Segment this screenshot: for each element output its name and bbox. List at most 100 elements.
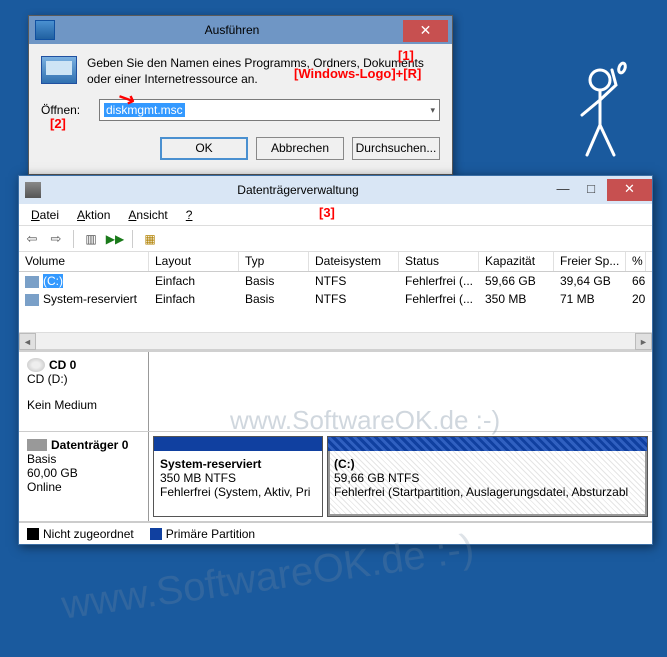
col-layout[interactable]: Layout [149, 252, 239, 271]
volume-icon [25, 294, 39, 306]
run-titlebar: Ausführen ✕ [29, 16, 452, 44]
disk-state: Kein Medium [27, 398, 140, 412]
annotation-1-hint: [Windows-Logo]+[R] [294, 66, 421, 81]
run-body: Geben Sie den Namen eines Programms, Ord… [29, 44, 452, 174]
legend-unallocated: Nicht zugeordnet [27, 527, 134, 541]
col-fs[interactable]: Dateisystem [309, 252, 399, 271]
annotation-1: [1] [398, 48, 414, 63]
thinking-figure-icon [562, 60, 642, 170]
col-volume[interactable]: Volume [19, 252, 149, 271]
volume-icon [25, 276, 39, 288]
cell: 20 [626, 292, 646, 306]
run-ok-button[interactable]: OK [160, 137, 248, 160]
dm-menubar: Datei Aktion Ansicht ? [3] [19, 204, 652, 226]
disk-title: Datenträger 0 [51, 438, 128, 452]
run-open-label: Öffnen: [41, 103, 91, 117]
menu-ansicht[interactable]: Ansicht [120, 206, 175, 224]
dm-close-button[interactable]: ✕ [607, 179, 652, 201]
menu-datei[interactable]: Datei [23, 206, 67, 224]
volume-list-header: Volume Layout Typ Dateisystem Status Kap… [19, 252, 652, 272]
col-typ[interactable]: Typ [239, 252, 309, 271]
cell: Fehlerfrei (... [399, 292, 479, 306]
toolbar-properties-icon[interactable]: ▥ [82, 230, 100, 248]
hdd-icon [27, 439, 47, 451]
dm-app-icon [25, 182, 41, 198]
cell: Basis [239, 274, 309, 288]
menu-help[interactable]: ? [178, 206, 201, 224]
toolbar-help-icon[interactable]: ▦ [141, 230, 159, 248]
disk-info: Datenträger 0 Basis 60,00 GB Online [19, 432, 149, 521]
annotation-2: [2] [50, 116, 66, 131]
volume-name: (C:) [43, 274, 63, 288]
partition-legend: Nicht zugeordnet Primäre Partition [19, 522, 652, 544]
col-frei[interactable]: Freier Sp... [554, 252, 626, 271]
cell: 71 MB [554, 292, 626, 306]
run-dialog: Ausführen ✕ Geben Sie den Namen eines Pr… [28, 15, 453, 175]
volume-row[interactable]: (C:) Einfach Basis NTFS Fehlerfrei (... … [19, 272, 652, 290]
dm-toolbar: ⇦ ⇨ ▥ ▶▶ ▦ [19, 226, 652, 252]
col-pct[interactable]: % [626, 252, 646, 271]
legend-swatch-icon [27, 528, 39, 540]
volume-name: System-reserviert [43, 292, 137, 306]
cell: 59,66 GB [479, 274, 554, 288]
partition-box-selected[interactable]: (C:) 59,66 GB NTFS Fehlerfrei (Startpart… [327, 436, 648, 517]
disk-graphical-view: CD 0 CD (D:) Kein Medium Datenträger 0 B… [19, 349, 652, 522]
disk-row-cd0[interactable]: CD 0 CD (D:) Kein Medium [19, 352, 652, 432]
cell: NTFS [309, 292, 399, 306]
run-app-icon [35, 20, 55, 40]
partition-status: Fehlerfrei (System, Aktiv, Pri [160, 485, 316, 499]
run-combo-dropdown-icon[interactable]: ▾ [430, 105, 435, 116]
disk-info: CD 0 CD (D:) Kein Medium [19, 352, 149, 431]
cell: Einfach [149, 274, 239, 288]
partition-status: Fehlerfrei (Startpartition, Auslagerungs… [334, 485, 641, 499]
run-command-text: diskmgmt.msc [104, 103, 185, 117]
run-title: Ausführen [61, 23, 403, 37]
run-command-input[interactable]: diskmgmt.msc ▾ [99, 99, 440, 121]
run-cancel-button[interactable]: Abbrechen [256, 137, 344, 160]
cell: Fehlerfrei (... [399, 274, 479, 288]
toolbar-back-icon[interactable]: ⇦ [23, 230, 41, 248]
dm-minimize-button[interactable]: — [549, 179, 577, 201]
scroll-track[interactable] [36, 333, 635, 349]
disk-title: CD 0 [49, 358, 76, 372]
cell: 66 [626, 274, 646, 288]
partition-box[interactable]: System-reserviert 350 MB NTFS Fehlerfrei… [153, 436, 323, 517]
dm-maximize-button[interactable]: □ [577, 179, 605, 201]
cell: Einfach [149, 292, 239, 306]
disk-type: Basis [27, 452, 140, 466]
legend-primary: Primäre Partition [150, 527, 255, 541]
cell: 350 MB [479, 292, 554, 306]
legend-swatch-icon [150, 528, 162, 540]
disk-partitions [149, 352, 652, 431]
disk-size: 60,00 GB [27, 466, 140, 480]
disk-mgmt-window: Datenträgerverwaltung — □ ✕ Datei Aktion… [18, 175, 653, 545]
volume-row[interactable]: System-reserviert Einfach Basis NTFS Feh… [19, 290, 652, 308]
disk-sub: CD (D:) [27, 372, 140, 386]
cell: 39,64 GB [554, 274, 626, 288]
cd-drive-icon [27, 358, 45, 372]
disk-partitions: System-reserviert 350 MB NTFS Fehlerfrei… [149, 432, 652, 521]
volume-hscrollbar[interactable]: ◄ ► [19, 332, 652, 349]
volume-list: (C:) Einfach Basis NTFS Fehlerfrei (... … [19, 272, 652, 332]
menu-aktion[interactable]: Aktion [69, 206, 118, 224]
dm-titlebar: Datenträgerverwaltung — □ ✕ [19, 176, 652, 204]
disk-state: Online [27, 480, 140, 494]
partition-size: 350 MB NTFS [160, 471, 316, 485]
partition-name: (C:) [334, 457, 641, 471]
scroll-left-icon[interactable]: ◄ [19, 333, 36, 350]
run-close-button[interactable]: ✕ [403, 20, 448, 42]
annotation-3: [3] [319, 205, 335, 220]
col-status[interactable]: Status [399, 252, 479, 271]
col-kap[interactable]: Kapazität [479, 252, 554, 271]
cell: Basis [239, 292, 309, 306]
partition-size: 59,66 GB NTFS [334, 471, 641, 485]
partition-name: System-reserviert [160, 457, 316, 471]
scroll-right-icon[interactable]: ► [635, 333, 652, 350]
cell: NTFS [309, 274, 399, 288]
disk-row-disk0[interactable]: Datenträger 0 Basis 60,00 GB Online Syst… [19, 432, 652, 522]
toolbar-refresh-icon[interactable]: ▶▶ [106, 230, 124, 248]
dm-title: Datenträgerverwaltung [47, 183, 549, 197]
run-browse-button[interactable]: Durchsuchen... [352, 137, 440, 160]
run-prompt-icon [41, 56, 77, 84]
toolbar-forward-icon[interactable]: ⇨ [47, 230, 65, 248]
